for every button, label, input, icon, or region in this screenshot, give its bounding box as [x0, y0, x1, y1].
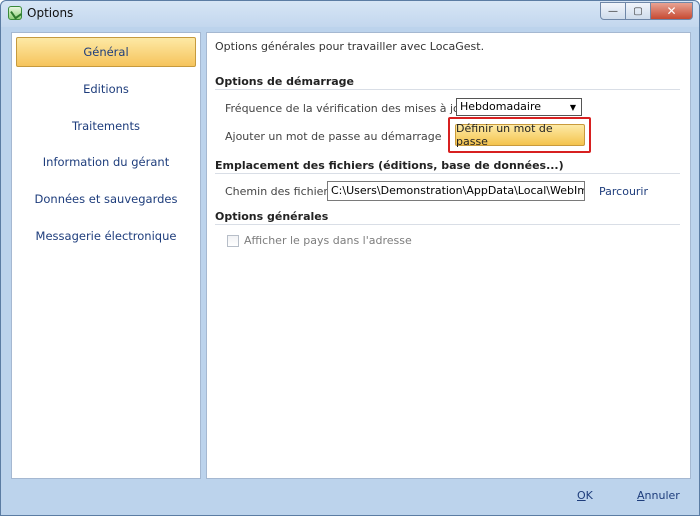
browse-link[interactable]: Parcourir	[599, 185, 648, 198]
general-section-divider	[215, 224, 680, 225]
files-section-divider	[215, 173, 680, 174]
files-section-title: Emplacement des fichiers (éditions, base…	[215, 159, 564, 172]
maximize-button[interactable]: ▢	[625, 2, 651, 20]
options-content: Options générales pour travailler avec L…	[206, 32, 691, 479]
ok-button[interactable]: OK	[577, 489, 593, 502]
title-bar[interactable]: Options — ▢ ✕	[1, 1, 699, 27]
update-frequency-select[interactable]: Hebdomadaire ▼	[456, 98, 582, 116]
password-startup-label: Ajouter un mot de passe au démarrage	[225, 130, 442, 143]
show-country-checkbox[interactable]	[227, 235, 239, 247]
show-country-label[interactable]: Afficher le pays dans l'adresse	[244, 234, 412, 247]
chevron-down-icon[interactable]: ▼	[565, 99, 581, 115]
sidebar-item-traitements[interactable]: Traitements	[16, 111, 196, 141]
general-section-title: Options générales	[215, 210, 329, 223]
options-window: Options — ▢ ✕ Général Editions Traitemen…	[0, 0, 700, 516]
sidebar-item-messagerie[interactable]: Messagerie électronique	[16, 221, 196, 251]
update-frequency-label: Fréquence de la vérification des mises à…	[225, 102, 472, 115]
sidebar-item-editions[interactable]: Editions	[16, 74, 196, 104]
files-path-label: Chemin des fichiers	[225, 185, 334, 198]
update-frequency-value: Hebdomadaire	[460, 100, 542, 113]
set-password-button[interactable]: Définir un mot de passe	[455, 122, 585, 148]
close-button[interactable]: ✕	[650, 2, 693, 20]
options-sidebar: Général Editions Traitements Information…	[11, 32, 201, 479]
minimize-button[interactable]: —	[600, 2, 626, 20]
files-path-input[interactable]: C:\Users\Demonstration\AppData\Local\Web…	[327, 181, 585, 201]
startup-section-title: Options de démarrage	[215, 75, 355, 88]
window-controls: — ▢ ✕	[600, 2, 693, 20]
sidebar-item-information-gerant[interactable]: Information du gérant	[16, 147, 196, 177]
startup-section-divider	[215, 89, 680, 90]
sidebar-item-donnees-sauvegardes[interactable]: Données et sauvegardes	[16, 184, 196, 214]
cancel-button[interactable]: Annuler	[637, 489, 680, 502]
app-check-icon	[8, 6, 22, 20]
window-title: Options	[27, 6, 74, 20]
intro-text: Options générales pour travailler avec L…	[215, 40, 485, 53]
sidebar-item-general[interactable]: Général	[16, 37, 196, 67]
